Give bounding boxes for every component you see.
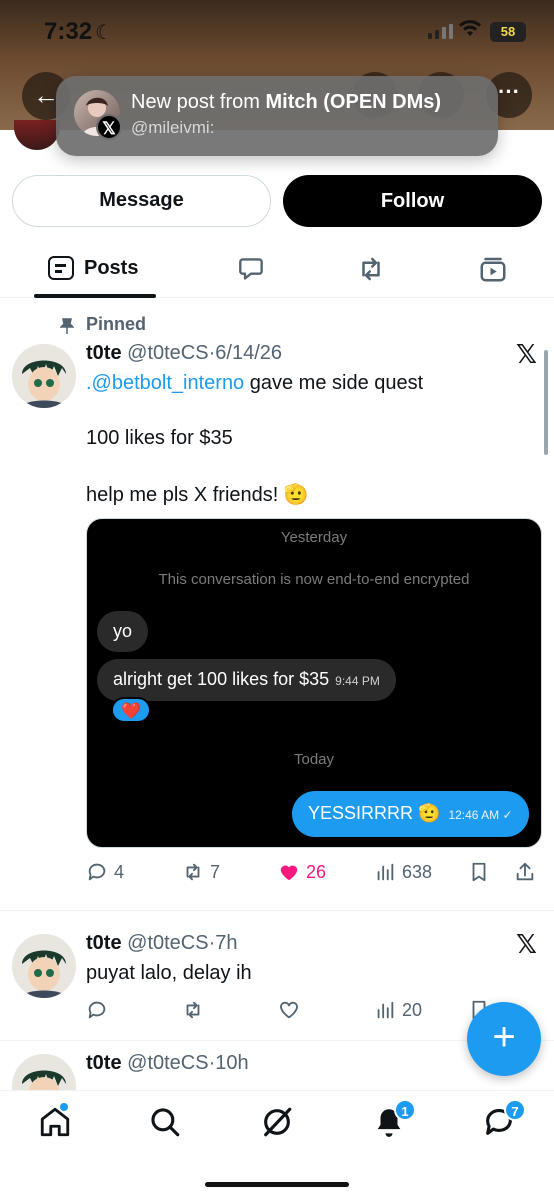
reply-icon (88, 863, 106, 881)
reply-icon (88, 1001, 106, 1019)
search-icon (151, 1108, 180, 1137)
tab-reposts[interactable] (356, 254, 386, 284)
status-time: 7:32 (44, 18, 93, 45)
post-image[interactable]: Yesterday This conversation is now end-t… (86, 518, 542, 848)
heart-icon (280, 1001, 298, 1019)
home-indicator[interactable] (205, 1182, 349, 1187)
heart-filled-icon (280, 865, 298, 881)
compose-post-button[interactable]: + (467, 1002, 541, 1076)
push-notification[interactable]: 𝕏 New post from Mitch (OPEN DMs) @mileiv… (56, 76, 498, 156)
profile-tabs: Posts (0, 244, 554, 298)
messages-badge: 7 (504, 1099, 526, 1121)
battery-indicator: 58 (490, 22, 526, 42)
dm-message-bubble: yo (97, 611, 149, 652)
post-avatar[interactable] (12, 934, 76, 998)
view-count: 20 (402, 999, 423, 1020)
grok-icon (264, 1107, 292, 1137)
repost-button[interactable] (182, 996, 204, 1024)
share-icon (516, 862, 534, 881)
active-tab-indicator (34, 294, 156, 298)
author-name[interactable]: t0te (86, 932, 122, 954)
pinned-label: Pinned (86, 314, 147, 334)
notifications-badge: 1 (394, 1099, 416, 1121)
home-unread-dot (60, 1103, 68, 1111)
post-actions: 4 7 26 638 (86, 858, 546, 886)
author-name[interactable]: t0te (86, 342, 122, 364)
repost-icon (186, 1001, 200, 1019)
like-count: 26 (306, 861, 327, 882)
home-icon (40, 1107, 70, 1137)
pin-icon (60, 318, 74, 334)
scrollbar[interactable] (544, 350, 548, 455)
like-button[interactable] (278, 996, 300, 1024)
repost-count: 7 (210, 861, 221, 882)
nav-search[interactable] (148, 1105, 188, 1145)
views-button[interactable]: 638 (374, 858, 432, 886)
dm-message-bubble: alright get 100 likes for $35 9:44 PM (97, 659, 396, 701)
post-date[interactable]: 6/14/26 (215, 342, 282, 364)
repost-icon (362, 257, 380, 281)
notification-handle: @mileivmi: (131, 118, 215, 137)
x-logo-icon[interactable]: 𝕏 (516, 340, 537, 370)
repost-button[interactable]: 7 (182, 858, 220, 886)
status-bar: 7:32 ☾ 58 (0, 14, 554, 50)
post-text-line-3: help me pls X friends! 🫡 (86, 484, 309, 506)
dm-reply-bubble: YESSIRRRR 🫡 12:46 AM ✓ (292, 791, 529, 837)
post-author-line: t0te @t0teCS·6/14/26 (86, 342, 282, 365)
reply-button[interactable]: 4 (86, 858, 124, 886)
repost-icon (186, 863, 200, 881)
posts-icon (48, 256, 74, 280)
post-author-line: t0te @t0teCS·7h (86, 932, 238, 955)
post-date[interactable]: 7h (215, 932, 237, 954)
tab-posts-label: Posts (84, 257, 139, 279)
post-divider (0, 910, 554, 911)
author-handle[interactable]: @t0teCS (127, 1052, 208, 1074)
reply-button[interactable] (86, 996, 108, 1024)
nav-home[interactable] (38, 1105, 78, 1145)
message-button[interactable]: Message (12, 175, 271, 227)
wifi-icon (458, 18, 482, 44)
post-text-line-2: 100 likes for $35 (86, 427, 233, 449)
mention-link[interactable]: .@betbolt_interno (86, 372, 244, 394)
tab-posts[interactable]: Posts (34, 244, 156, 298)
nav-grok[interactable] (260, 1105, 300, 1145)
tab-replies[interactable] (236, 254, 266, 284)
views-button[interactable]: 20 (374, 996, 422, 1024)
post-date[interactable]: 10h (215, 1052, 248, 1074)
bookmark-icon (472, 862, 486, 882)
author-handle[interactable]: @t0teCS (127, 342, 208, 364)
post-text-line-1: .@betbolt_interno gave me side quest (86, 372, 424, 394)
views-icon (377, 863, 394, 881)
view-count: 638 (402, 861, 433, 882)
author-name[interactable]: t0te (86, 1052, 122, 1074)
profile-avatar[interactable] (14, 120, 60, 150)
reply-count: 4 (114, 861, 125, 882)
post-avatar[interactable] (12, 1054, 76, 1090)
views-icon (377, 1001, 394, 1019)
share-button[interactable] (514, 858, 536, 886)
x-app-badge-icon: 𝕏 (96, 114, 122, 140)
cellular-signal-icon (428, 24, 453, 39)
dm-date-yesterday: Yesterday (280, 529, 348, 546)
reply-bubble-icon (239, 258, 263, 280)
media-icon (480, 257, 506, 282)
heart-reaction-icon: ❤️ (111, 697, 151, 723)
bookmark-button[interactable] (468, 858, 490, 886)
post-avatar[interactable] (12, 344, 76, 408)
author-handle[interactable]: @t0teCS (127, 932, 208, 954)
post-text: puyat lalo, delay ih (86, 962, 252, 984)
tab-media[interactable] (478, 254, 508, 284)
dm-encryption-notice: This conversation is now end-to-end encr… (158, 571, 470, 588)
notification-title: New post from Mitch (OPEN DMs) (131, 91, 442, 113)
x-logo-icon[interactable]: 𝕏 (516, 930, 537, 960)
like-button[interactable]: 26 (278, 858, 326, 886)
dm-date-today: Today (293, 751, 335, 768)
follow-button[interactable]: Follow (283, 175, 542, 227)
focus-moon-icon: ☾ (95, 22, 113, 44)
post-author-line: t0te @t0teCS·10h (86, 1052, 249, 1075)
